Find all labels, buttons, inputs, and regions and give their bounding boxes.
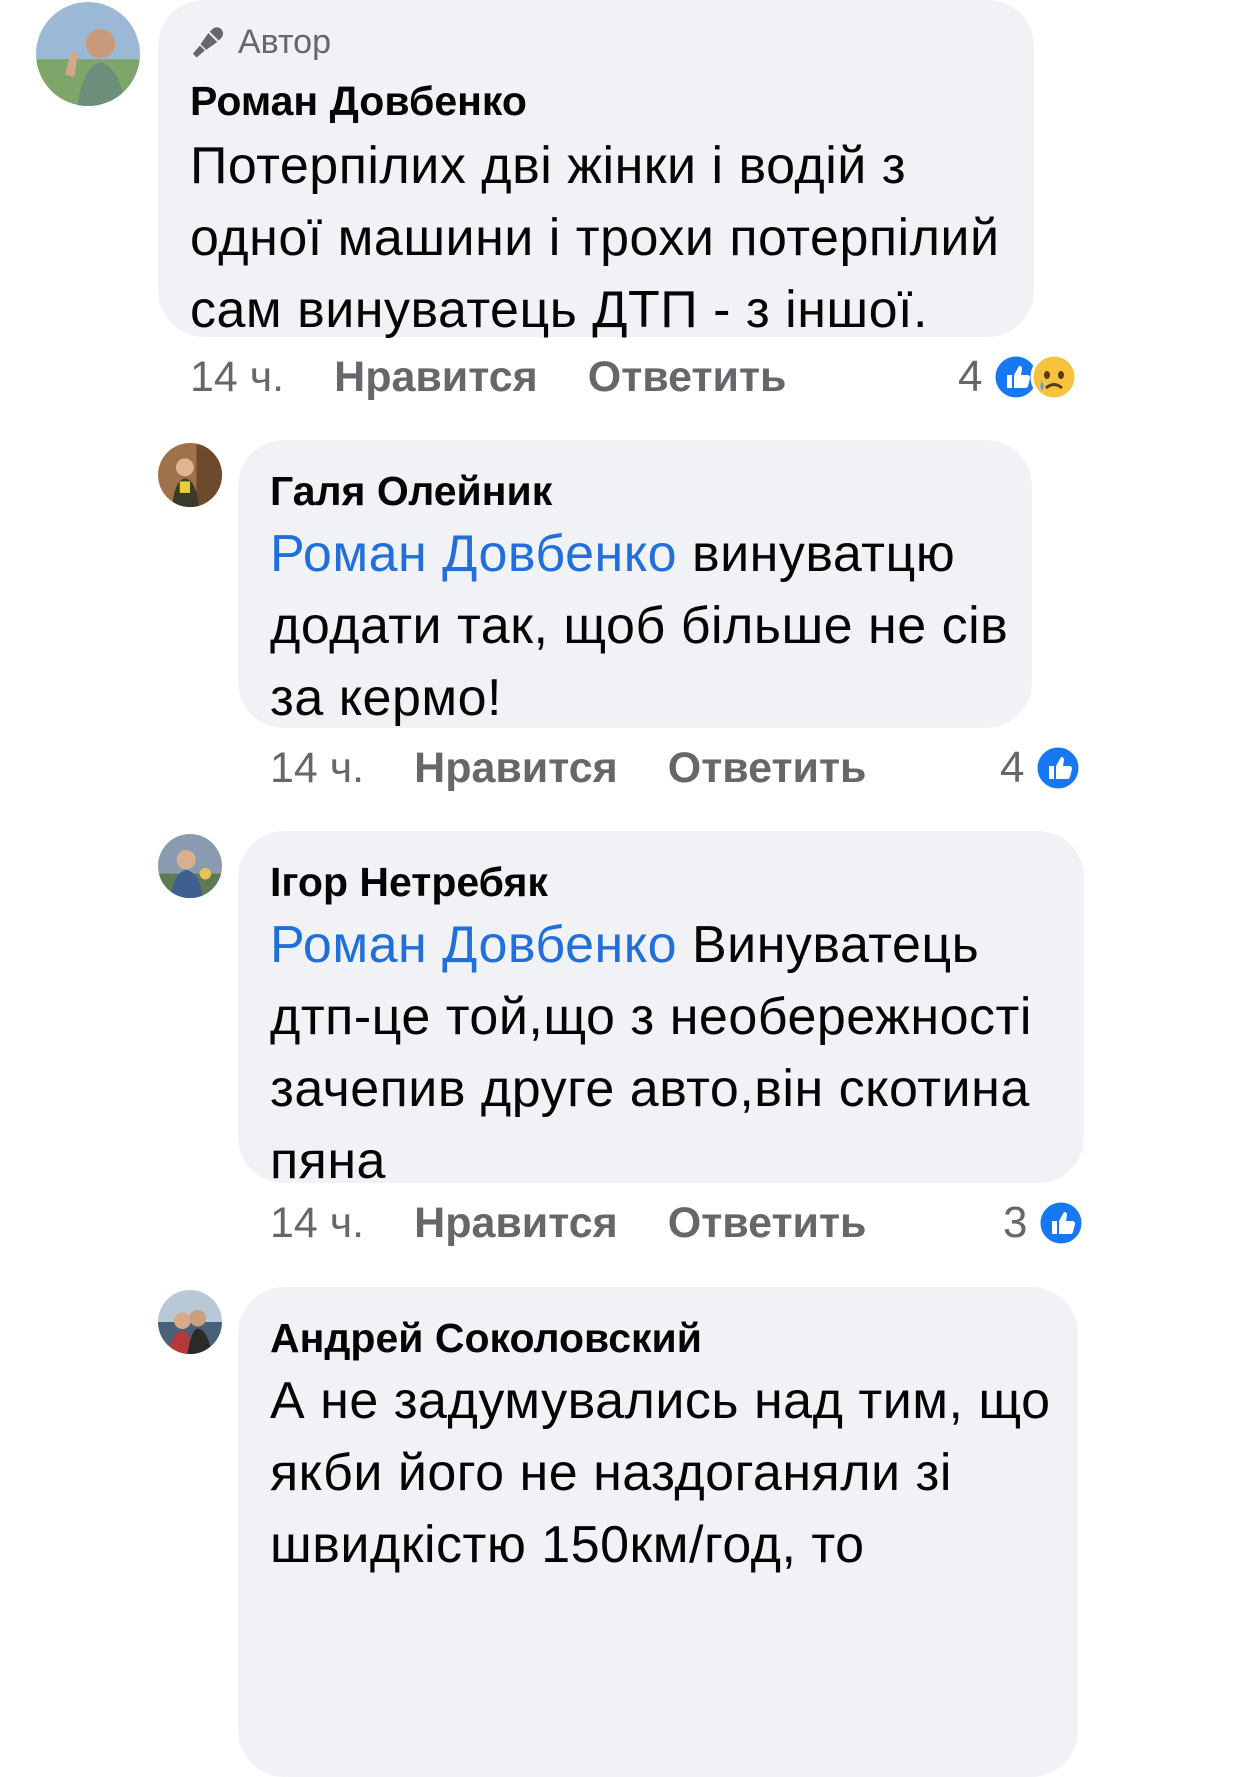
avatar[interactable] [158,443,222,507]
reply-button[interactable]: Ответить [668,1199,867,1248]
reaction-count: 3 [1003,1198,1028,1247]
like-icon [1037,1199,1085,1247]
reaction-summary[interactable]: 4 [958,347,1078,407]
comment-text: Роман Довбенко винуватцю додати так, щоб… [270,518,1010,734]
reaction-summary[interactable]: 4 [1000,738,1082,798]
avatar[interactable] [36,2,140,106]
mention-link[interactable]: Роман Довбенко [270,916,677,974]
comment-text: Потерпілих дві жінки і водій з одної маш… [190,137,1000,339]
microphone-icon [192,27,224,58]
comment-bubble: Андрей Соколовский А не задумувались над… [238,1287,1078,1777]
like-button[interactable]: Нравится [414,1199,618,1248]
like-icon [1034,744,1082,792]
comment-time[interactable]: 14 ч. [270,1199,364,1248]
author-badge-label: Автор [238,22,332,61]
avatar-photo [158,443,222,507]
avatar[interactable] [158,834,222,898]
avatar-photo [158,834,222,898]
comment-author-name[interactable]: Ігор Нетребяк [270,857,1052,907]
comment-author-name[interactable]: Андрей Соколовский [270,1313,1046,1363]
comment-actions: 14 ч. Нравится Ответить [190,347,836,407]
comment-bubble: Ігор Нетребяк Роман Довбенко Винуватець … [238,831,1084,1190]
comment-text: Роман Довбенко Винуватець дтп-це той,що … [270,909,1060,1197]
comment-text: А не задумувались над тим, що якби його … [270,1372,1051,1574]
avatar[interactable] [158,1290,222,1354]
sad-icon [1030,353,1078,401]
reaction-count: 4 [1000,743,1025,792]
reaction-count: 4 [958,352,983,401]
reaction-summary[interactable]: 3 [1003,1193,1085,1253]
like-button[interactable]: Нравится [414,744,618,793]
comment-actions: 14 ч. Нравится Ответить [270,1193,916,1253]
avatar-photo [36,2,140,106]
mention-link[interactable]: Роман Довбенко [270,525,677,583]
like-button[interactable]: Нравится [334,353,538,402]
comment-actions: 14 ч. Нравится Ответить [270,738,916,798]
comment-time[interactable]: 14 ч. [270,744,364,793]
comment-bubble: Галя Олейник Роман Довбенко винуватцю до… [238,440,1032,728]
comment-time[interactable]: 14 ч. [190,353,284,402]
reply-button[interactable]: Ответить [668,744,867,793]
comment-author-name[interactable]: Галя Олейник [270,466,1000,516]
comment-bubble: Автор Роман Довбенко Потерпілих дві жінк… [158,0,1034,339]
reply-button[interactable]: Ответить [588,353,787,402]
comment-author-name[interactable]: Роман Довбенко [190,76,1002,126]
author-badge: Автор [190,20,1002,64]
avatar-photo [158,1290,222,1354]
